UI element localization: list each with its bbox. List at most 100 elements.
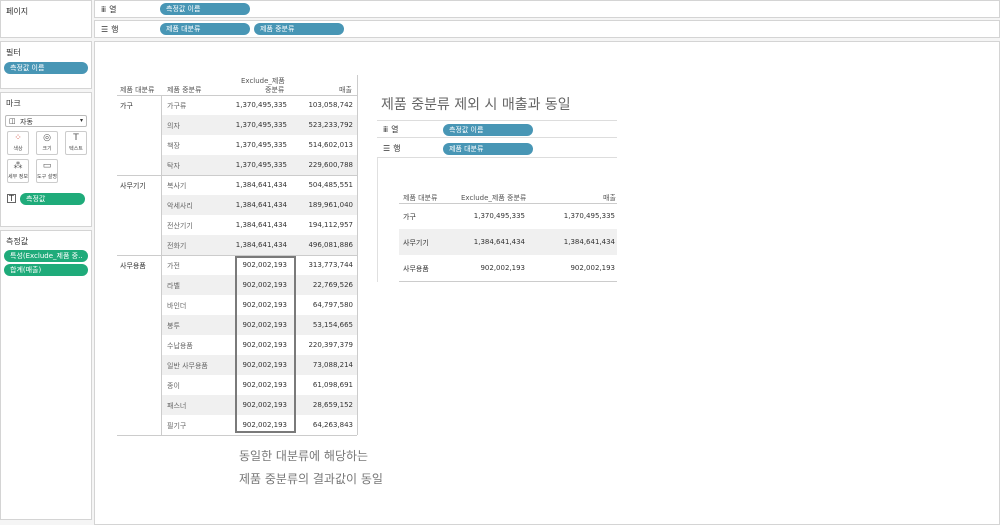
- cell-subcategory: 복사기: [167, 182, 187, 190]
- cell-subcategory: 책장: [167, 142, 180, 150]
- marks-panel: 마크 ◫ 자동 ▾ ⁘ 색상 ◎ 크기 T 텍스트 ⁂ 세부 정보 ▭ 도구 설…: [0, 92, 92, 227]
- inset-rows-label: 행: [393, 144, 401, 153]
- measures-title: 측정값: [6, 237, 29, 246]
- color-icon: ⁘: [14, 133, 22, 143]
- pages-title: 페이지: [6, 7, 29, 16]
- cell-sales: 189,961,040: [308, 201, 353, 209]
- inset-cell-exclude: 1,370,495,335: [473, 212, 525, 220]
- cell-exclude: 1,370,495,335: [235, 121, 287, 129]
- mark-tooltip-button[interactable]: ▭ 도구 설명: [36, 159, 58, 183]
- marks-type-dropdown[interactable]: ◫ 자동 ▾: [5, 115, 87, 127]
- text-icon: T: [73, 133, 79, 143]
- marks-title: 마크: [6, 99, 21, 108]
- measure-pill-exclude[interactable]: 특성(Exclude_제품 중..: [4, 250, 88, 262]
- mark-color-button[interactable]: ⁘ 색상: [7, 131, 29, 155]
- cell-subcategory: 라벨: [167, 282, 180, 290]
- view-canvas[interactable]: 제품 대분류 제품 중분류 Exclude_제품 중분류 매출 가구류 1,370,495,…: [94, 41, 1000, 525]
- cell-sales: 523,233,792: [308, 121, 353, 129]
- cell-subcategory: 종이: [167, 382, 180, 390]
- rows-label: 행: [111, 25, 119, 34]
- cell-sales: 313,773,744: [308, 261, 353, 269]
- group-divider: [117, 435, 357, 436]
- annotation-line-1: 동일한 대분류에 해당하는: [239, 449, 369, 463]
- inset-header-exclude: Exclude_제품 중분류: [461, 194, 527, 202]
- inset-cell-sales: 1,384,641,434: [563, 238, 615, 246]
- inset-columns-shelf: ⅲ열 측정값 이름: [377, 120, 617, 138]
- inset-cell-sales: 1,370,495,335: [563, 212, 615, 220]
- cell-sales: 103,058,742: [308, 101, 353, 109]
- right-edge: [357, 75, 358, 435]
- inset-columns-pill: 측정값 이름: [443, 124, 533, 136]
- mark-size-button[interactable]: ◎ 크기: [36, 131, 58, 155]
- marks-measure-pill[interactable]: 측정값: [20, 193, 85, 205]
- inset-cell-exclude: 902,002,193: [480, 264, 525, 272]
- rows-shelf-title: ☰ 행: [101, 24, 119, 35]
- inset-cell-sales: 902,002,193: [570, 264, 615, 272]
- rows-shelf: ☰ 행 제품 대분류 제품 중분류: [94, 20, 1000, 38]
- inset-columns-label: 열: [391, 125, 399, 134]
- inset-header-category: 제품 대분류: [403, 194, 438, 202]
- cell-sales: 73,088,214: [312, 361, 353, 369]
- cell-sales: 496,081,886: [308, 241, 353, 249]
- cell-subcategory: 일반 사무용품: [167, 362, 208, 370]
- cell-exclude: 1,384,641,434: [235, 221, 287, 229]
- cell-exclude: 1,384,641,434: [235, 241, 287, 249]
- cell-sales: 61,098,691: [312, 381, 353, 389]
- mark-text-button[interactable]: T 텍스트: [65, 131, 87, 155]
- chevron-down-icon: ▾: [79, 117, 83, 124]
- crosstab: 제품 대분류 제품 중분류 Exclude_제품 중분류 매출 가구류 1,370,495,…: [95, 42, 395, 442]
- columns-shelf-title: ⅲ열: [101, 4, 116, 15]
- columns-label: 열: [109, 5, 117, 14]
- cell-exclude: 1,370,495,335: [235, 161, 287, 169]
- cell-sales: 64,263,843: [312, 421, 353, 429]
- cell-sales: 514,602,013: [308, 141, 353, 149]
- columns-icon: ⅲ: [101, 5, 107, 14]
- inset-title: 제품 중분류 제외 시 매출과 동일: [381, 97, 571, 113]
- rows-icon: ☰: [383, 144, 391, 153]
- tooltip-icon: ▭: [42, 161, 52, 171]
- inset-cell-exclude: 1,384,641,434: [473, 238, 525, 246]
- cell-subcategory: 가전: [167, 262, 180, 270]
- inset-columns-title: ⅲ열: [383, 124, 398, 135]
- sub-divider: [161, 95, 162, 435]
- marks-type-icon: ◫: [9, 117, 16, 125]
- inset-bottom-divider: [399, 281, 617, 282]
- cell-subcategory: 가구류: [167, 102, 187, 110]
- inset-divider: [377, 158, 378, 282]
- cell-sales: 220,397,379: [308, 341, 353, 349]
- mark-color-label: 색상: [13, 146, 23, 152]
- detail-icon: ⁂: [13, 161, 23, 171]
- mark-detail-button[interactable]: ⁂ 세부 정보: [7, 159, 29, 183]
- cell-subcategory: 의자: [167, 122, 180, 130]
- cell-sales: 229,600,788: [308, 161, 353, 169]
- filter-pill-measure-names[interactable]: 측정값 이름: [4, 62, 88, 74]
- size-icon: ◎: [43, 133, 51, 143]
- cell-subcategory: 패스너: [167, 402, 187, 410]
- annotation-line-2: 제품 중분류의 결과값이 동일: [239, 472, 383, 486]
- pages-panel: 페이지: [0, 0, 92, 38]
- cell-sales: 194,112,957: [308, 221, 353, 229]
- mark-text-label: 텍스트: [69, 146, 83, 152]
- inset-cell-category: 사무기기: [403, 239, 429, 247]
- col-header-exclude-2: 중분류: [265, 86, 285, 94]
- filters-panel: 필터 측정값 이름: [0, 41, 92, 89]
- highlight-box: [235, 256, 296, 433]
- columns-shelf: ⅲ열 측정값 이름: [94, 0, 1000, 18]
- cell-category: 가구: [120, 102, 133, 110]
- filters-title: 필터: [6, 48, 21, 57]
- cell-subcategory: 전산기기: [167, 222, 193, 230]
- measure-pill-sales[interactable]: 합계(매출): [4, 264, 88, 276]
- rows-pill-category[interactable]: 제품 대분류: [160, 23, 250, 35]
- inset-rows-title: ☰ 행: [383, 143, 401, 154]
- cell-subcategory: 수납용품: [167, 342, 193, 350]
- rows-pill-subcategory[interactable]: 제품 중분류: [254, 23, 344, 35]
- cell-exclude: 1,384,641,434: [235, 181, 287, 189]
- col-header-sales: 매출: [339, 86, 352, 94]
- mark-tooltip-label: 도구 설명: [37, 174, 57, 180]
- cell-exclude: 1,370,495,335: [235, 141, 287, 149]
- columns-pill-measure-names[interactable]: 측정값 이름: [160, 3, 250, 15]
- mark-detail-label: 세부 정보: [8, 174, 28, 180]
- columns-icon: ⅲ: [383, 125, 389, 134]
- cell-exclude: 1,384,641,434: [235, 201, 287, 209]
- col-header-subcategory: 제품 중분류: [167, 86, 202, 94]
